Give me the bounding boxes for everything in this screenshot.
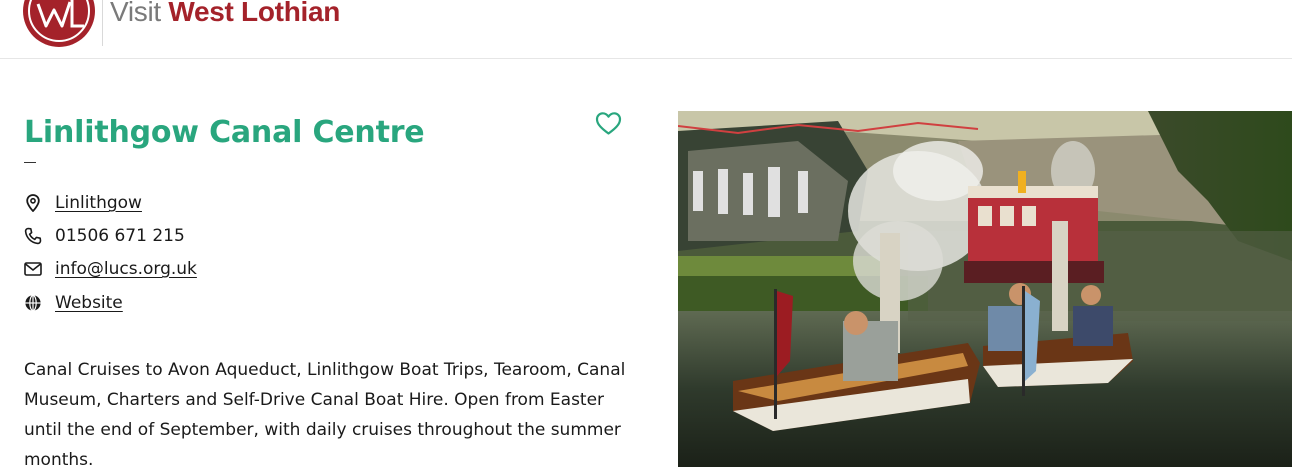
envelope-icon [24, 260, 42, 278]
title-divider [24, 162, 36, 163]
listing-photo [678, 111, 1292, 467]
email-link[interactable]: info@lucs.org.uk [55, 257, 197, 281]
listing-description: Canal Cruises to Avon Aqueduct, Linlithg… [24, 360, 626, 467]
contact-website-row: Website [24, 291, 123, 315]
phone-number[interactable]: 01506 671 215 [55, 224, 185, 248]
location-link[interactable]: Linlithgow [55, 191, 142, 215]
globe-icon [24, 294, 42, 312]
contact-location-row: Linlithgow [24, 191, 142, 215]
brand-visit-text: Visit [110, 0, 161, 27]
website-link[interactable]: Website [55, 291, 123, 315]
brand-wordmark[interactable]: Visit West Lothian [110, 0, 340, 30]
contact-phone-row: 01506 671 215 [24, 224, 185, 248]
logo-divider [102, 0, 103, 46]
phone-icon [24, 227, 42, 245]
favourite-heart-icon[interactable] [595, 111, 622, 136]
page-title: Linlithgow Canal Centre [24, 115, 425, 150]
site-header: Visit West Lothian [0, 0, 1292, 59]
brand-name-text: West Lothian [168, 0, 341, 27]
contact-email-row: info@lucs.org.uk [24, 257, 197, 281]
map-pin-icon [24, 194, 42, 212]
canal-boats-image [678, 111, 1292, 467]
visit-west-lothian-logo[interactable] [22, 0, 96, 48]
